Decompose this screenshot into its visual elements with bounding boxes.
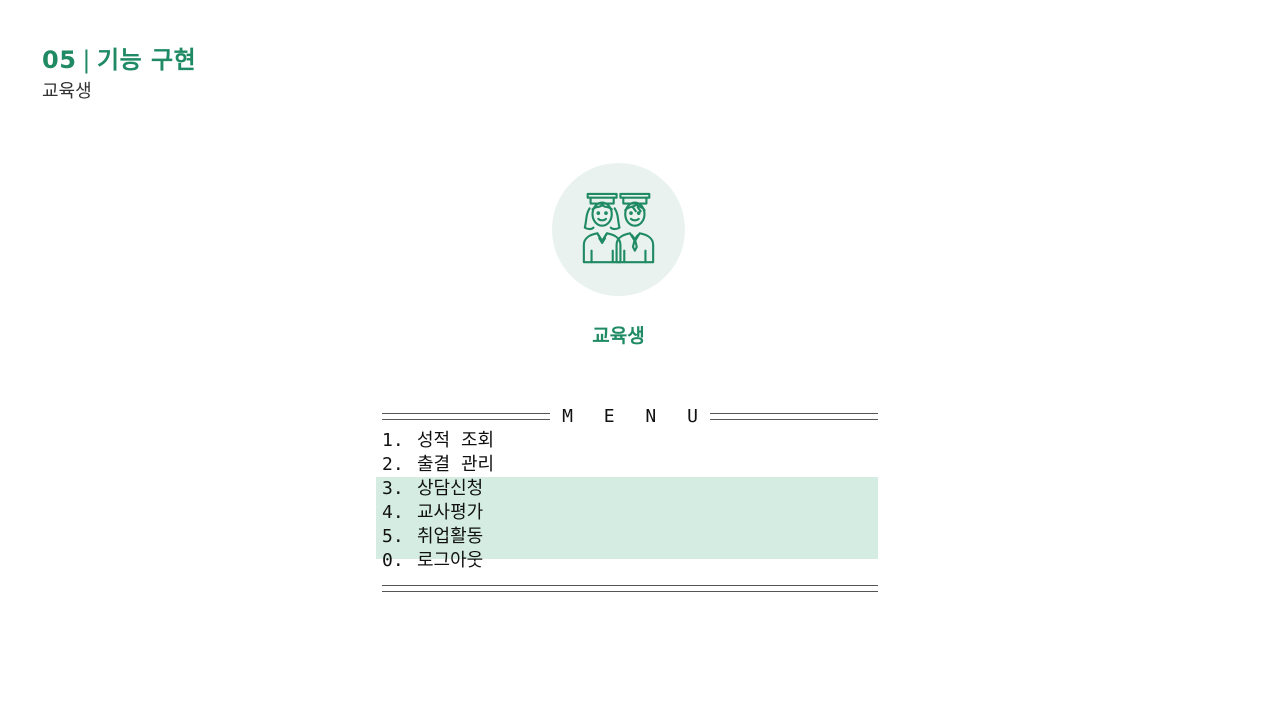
menu-header: M E N U (382, 403, 879, 429)
section-subtitle: 교육생 (42, 81, 92, 102)
menu-item: 3. 상담신청 (382, 477, 878, 501)
role-label: 교육생 (592, 325, 645, 347)
console-menu: M E N U 1. 성적 조회 2. 출결 관리 3. 상담신청 4. 교사평가 5.… (376, 403, 879, 592)
section-title-text: 기능 구현 (97, 46, 197, 74)
menu-title: M E N U (562, 405, 708, 427)
menu-item-number: 1. (382, 430, 404, 451)
role-icon-circle (552, 163, 685, 296)
menu-item: 1. 성적 조회 (382, 429, 878, 453)
menu-item: 0. 로그아웃 (382, 549, 878, 573)
menu-item-label: 상담신청 (417, 478, 484, 499)
menu-item-number: 4. (382, 502, 404, 523)
menu-list: 1. 성적 조회 2. 출결 관리 3. 상담신청 4. 교사평가 5. 취업활동 0. 로… (376, 429, 878, 573)
menu-header-rule-left (382, 412, 551, 420)
title-separator: | (82, 46, 91, 74)
menu-item: 2. 출결 관리 (382, 453, 878, 477)
menu-item-label: 출결 관리 (417, 454, 495, 475)
menu-item-label: 교사평가 (417, 502, 484, 523)
menu-item-number: 0. (382, 550, 404, 571)
graduates-icon (582, 192, 655, 264)
menu-item-number: 5. (382, 526, 404, 547)
menu-item: 4. 교사평가 (382, 501, 878, 525)
menu-item-number: 3. (382, 478, 404, 499)
menu-item-label: 로그아웃 (417, 550, 484, 571)
menu-item: 5. 취업활동 (382, 525, 878, 549)
slide: 05 | 기능 구현 교육생 교육생 M E N U 1. 성적 조회 2. 출… (0, 0, 1280, 720)
section-title: 05 | 기능 구현 (42, 40, 196, 75)
menu-item-number: 2. (382, 454, 404, 475)
menu-header-rule-right (709, 412, 879, 420)
menu-item-label: 취업활동 (417, 526, 484, 547)
menu-footer-rule (382, 585, 878, 592)
section-number: 05 (42, 46, 77, 74)
menu-item-label: 성적 조회 (417, 430, 495, 451)
